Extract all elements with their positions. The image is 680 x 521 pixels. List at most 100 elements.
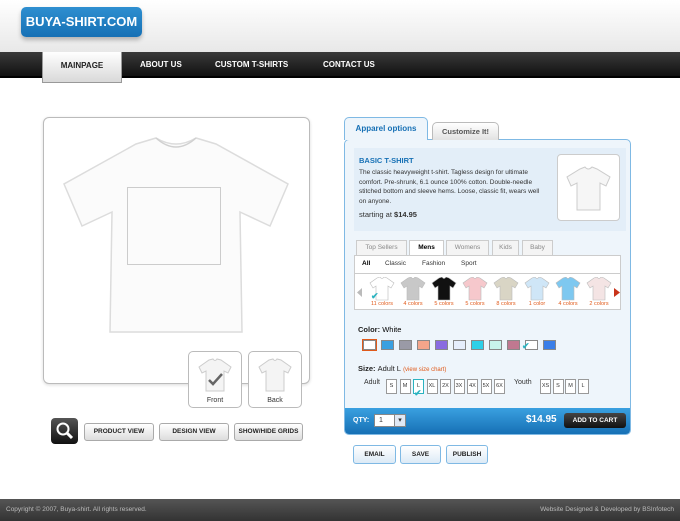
nav-mainpage[interactable]: MAINPAGE bbox=[42, 52, 122, 83]
size-option[interactable]: L bbox=[577, 379, 589, 394]
size-option[interactable]: 4X bbox=[467, 379, 478, 394]
subcat-all[interactable]: All bbox=[362, 260, 370, 267]
color-check-icon: ✔ bbox=[522, 341, 530, 351]
size-option[interactable]: 5X bbox=[480, 379, 492, 394]
price-prefix: starting at bbox=[359, 210, 392, 219]
shirt-option[interactable]: 1 color bbox=[522, 274, 552, 309]
site-logo[interactable]: BUYA-SHIRT.COM bbox=[21, 7, 142, 37]
color-selected: White bbox=[382, 325, 402, 334]
qty-label: QTY: bbox=[353, 417, 370, 424]
tshirt-icon bbox=[493, 277, 519, 301]
qty-select[interactable]: 1 ▾ bbox=[374, 414, 406, 427]
design-preview[interactable] bbox=[43, 117, 310, 384]
color-swatch[interactable] bbox=[417, 340, 430, 350]
cart-total: $14.95 bbox=[526, 414, 557, 425]
price-value: $14.95 bbox=[394, 210, 417, 219]
color-swatch[interactable] bbox=[489, 340, 502, 350]
size-selected: Adult L bbox=[377, 364, 401, 373]
size-option[interactable]: M bbox=[399, 379, 411, 394]
color-swatch[interactable] bbox=[362, 339, 377, 351]
arrow-left-icon[interactable] bbox=[357, 288, 363, 297]
size-option[interactable]: 6X bbox=[494, 379, 505, 394]
shirt-option[interactable]: 5 colors bbox=[460, 274, 490, 309]
size-option[interactable]: XS bbox=[540, 379, 551, 394]
tshirt-icon bbox=[462, 277, 488, 301]
shirt-color-count: 4 colors bbox=[403, 301, 423, 307]
shirt-color-count: 4 colors bbox=[558, 301, 578, 307]
nav-custom-tshirts[interactable]: CUSTOM T-SHIRTS bbox=[215, 52, 288, 78]
tshirt-front-thumb-icon bbox=[198, 358, 232, 392]
magnifier-icon bbox=[56, 422, 74, 440]
youth-label: Youth bbox=[514, 379, 532, 386]
tab-womens[interactable]: Womens bbox=[446, 240, 489, 255]
credit-text[interactable]: Website Designed & Developed by BSInfote… bbox=[540, 506, 674, 513]
subcat-fashion[interactable]: Fashion bbox=[422, 260, 445, 267]
color-swatch[interactable] bbox=[381, 340, 394, 350]
cart-bar: QTY: 1 ▾ $14.95 ADD TO CART bbox=[345, 408, 630, 434]
product-title: BASIC T-SHIRT bbox=[359, 156, 414, 165]
tshirt-thumb-icon bbox=[566, 166, 611, 211]
nav-contact-us[interactable]: CONTACT US bbox=[323, 52, 375, 78]
tshirt-icon bbox=[400, 277, 426, 301]
size-option[interactable]: XL bbox=[426, 379, 438, 394]
shirt-color-count: 5 colors bbox=[434, 301, 454, 307]
subcat-classic[interactable]: Classic bbox=[385, 260, 406, 267]
tshirt-icon bbox=[586, 277, 612, 301]
product-view-button[interactable]: PRODUCT VIEW bbox=[84, 423, 154, 441]
shirt-option[interactable]: 5 colors bbox=[429, 274, 459, 309]
back-view-thumb[interactable]: Back bbox=[248, 351, 302, 408]
tshirt-icon bbox=[524, 277, 550, 301]
email-button[interactable]: EMAIL bbox=[353, 445, 396, 464]
color-swatch[interactable] bbox=[471, 340, 484, 350]
arrow-right-icon[interactable] bbox=[614, 288, 620, 297]
qty-value: 1 bbox=[379, 417, 383, 424]
size-check-icon: ✔ bbox=[414, 388, 422, 398]
tshirt-back-thumb-icon bbox=[258, 358, 292, 392]
design-view-button[interactable]: DESIGN VIEW bbox=[159, 423, 229, 441]
size-option[interactable]: S bbox=[552, 379, 564, 394]
size-option[interactable]: 2X bbox=[440, 379, 451, 394]
zoom-button[interactable] bbox=[51, 418, 78, 444]
color-swatch[interactable] bbox=[435, 340, 448, 350]
tab-top-sellers[interactable]: Top Sellers bbox=[356, 240, 407, 255]
adult-label: Adult bbox=[364, 379, 380, 386]
tab-baby[interactable]: Baby bbox=[522, 240, 553, 255]
shirt-option[interactable]: 8 colors bbox=[491, 274, 521, 309]
size-option[interactable]: S bbox=[386, 379, 397, 394]
shirt-carousel: 11 colors ✔ 4 colors 5 colors 5 colors 8 colo… bbox=[354, 274, 621, 310]
size-heading: Size: Adult L (view size chart) bbox=[358, 364, 446, 373]
size-chart-link[interactable]: (view size chart) bbox=[403, 367, 446, 373]
shirt-option[interactable]: 11 colors ✔ bbox=[367, 274, 397, 309]
size-option[interactable]: M bbox=[565, 379, 576, 394]
color-swatch[interactable] bbox=[399, 340, 412, 350]
tab-kids[interactable]: Kids bbox=[492, 240, 519, 255]
product-starting-price: starting at $14.95 bbox=[359, 210, 417, 219]
print-area-grid[interactable] bbox=[127, 187, 221, 265]
size-label: Size: bbox=[358, 364, 376, 373]
shirt-option[interactable]: 4 colors bbox=[553, 274, 583, 309]
subcat-sport[interactable]: Sport bbox=[461, 260, 477, 267]
checkmark-icon: ✔ bbox=[371, 291, 379, 301]
tab-mens[interactable]: Mens bbox=[409, 240, 444, 255]
color-swatch[interactable] bbox=[453, 340, 466, 350]
tab-apparel-options[interactable]: Apparel options bbox=[344, 117, 428, 140]
show-hide-grids-button[interactable]: SHOW/HIDE GRIDS bbox=[234, 423, 303, 441]
front-view-thumb[interactable]: Front bbox=[188, 351, 242, 408]
publish-button[interactable]: PUBLISH bbox=[446, 445, 488, 464]
shirt-color-count: 5 colors bbox=[465, 301, 485, 307]
shirt-option[interactable]: 4 colors bbox=[398, 274, 428, 309]
color-swatch[interactable] bbox=[507, 340, 520, 350]
save-button[interactable]: SAVE bbox=[400, 445, 441, 464]
shirt-option[interactable]: 2 colors bbox=[584, 274, 614, 309]
shirt-color-count: 1 color bbox=[528, 301, 546, 307]
front-label: Front bbox=[206, 397, 224, 404]
subcategory-bar: All Classic Fashion Sport bbox=[354, 255, 621, 274]
chevron-down-icon[interactable]: ▾ bbox=[394, 415, 405, 426]
color-swatch[interactable] bbox=[543, 340, 556, 350]
nav-about-us[interactable]: ABOUT US bbox=[140, 52, 182, 78]
shirt-color-count: 2 colors bbox=[589, 301, 609, 307]
copyright-text: Copyright © 2007, Buya-shirt. All rights… bbox=[6, 506, 147, 513]
tab-customize-it[interactable]: Customize It! bbox=[432, 122, 499, 140]
add-to-cart-button[interactable]: ADD TO CART bbox=[564, 413, 626, 428]
size-option[interactable]: 3X bbox=[453, 379, 465, 394]
